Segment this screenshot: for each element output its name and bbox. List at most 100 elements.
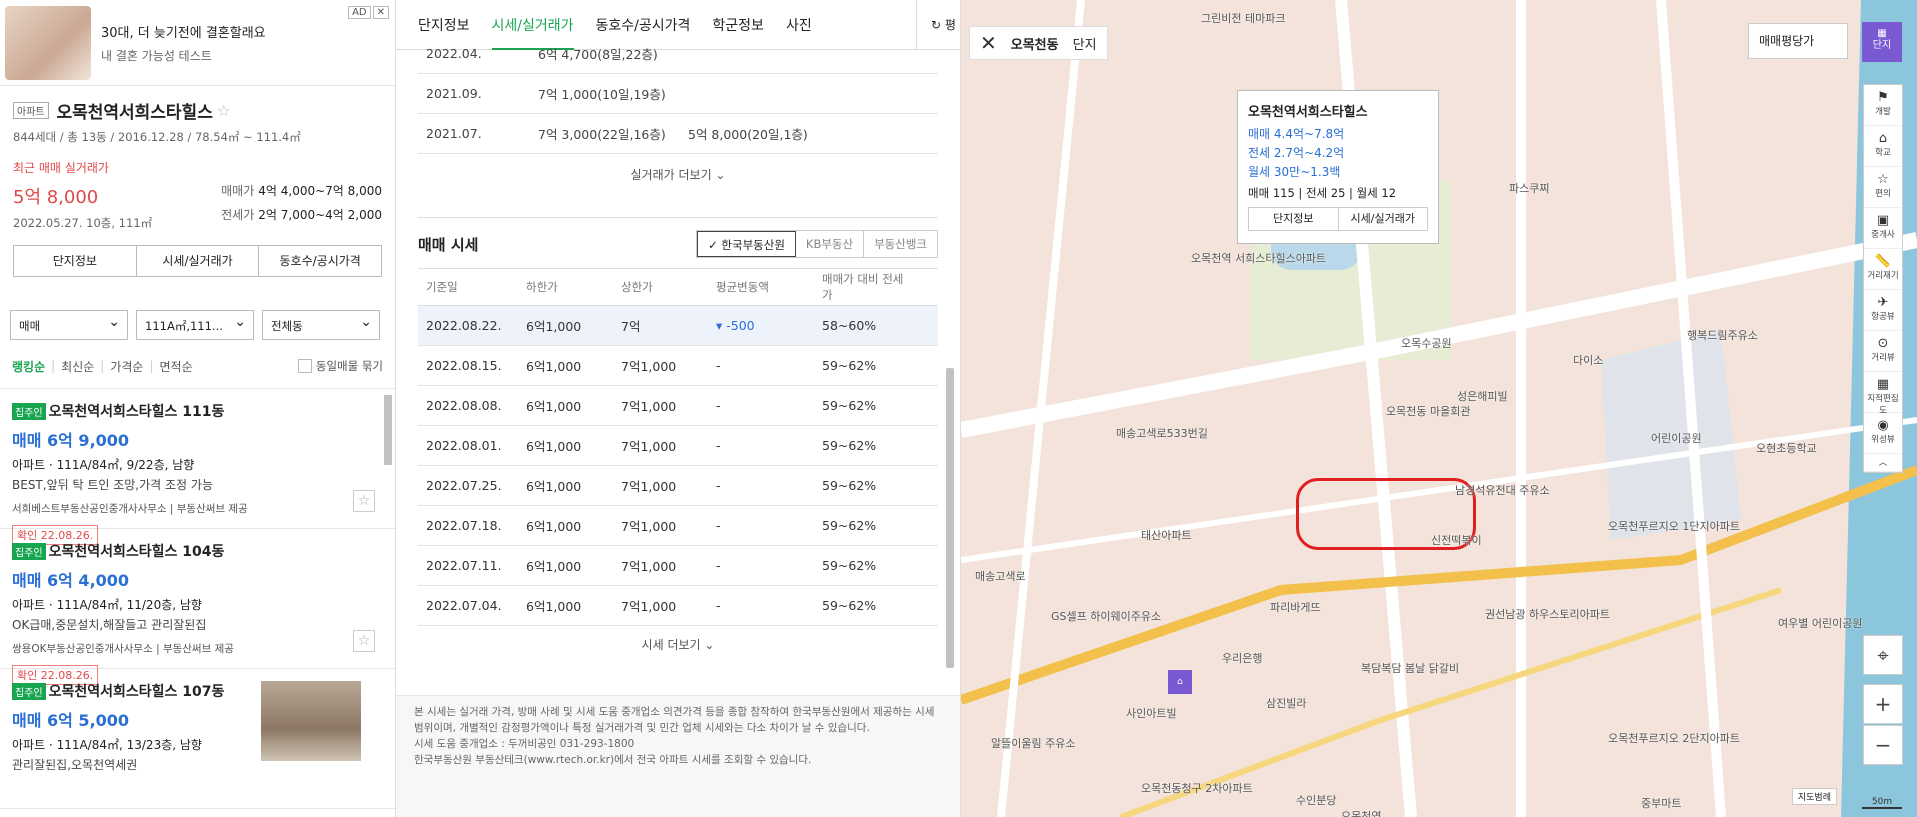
popup-cnt-jeonse: 전세 25 xyxy=(1305,186,1346,200)
map[interactable]: ✕ 오목천동 단지 매매평당가 ▦ 단지 ⚑ 개발 ⌂ 학교 ☆ 편의 ▣ 중개사 📏 거리… xyxy=(961,0,1917,817)
region-bar: ✕ 오목천동 단지 xyxy=(969,26,1108,60)
tool-cadastral[interactable]: ▦ 지적편집도 xyxy=(1864,372,1902,416)
area-select[interactable]: 111A㎡,111... xyxy=(136,307,254,340)
list-item[interactable]: 집주인 오목천역서희스타힐스 104동 매매 6억 4,000 아파트 · 111… xyxy=(0,529,395,685)
map-label[interactable]: 오목천동 마을회관 xyxy=(1386,403,1470,419)
sort-bar: 랭킹순 | 최신순 | 가격순 | 면적순 동일매물 묶기 xyxy=(12,358,383,375)
map-icon: ▦ xyxy=(1876,377,1890,392)
tool-aerial[interactable]: ✈ 항공뷰 xyxy=(1864,290,1902,331)
close-icon[interactable]: ✕ xyxy=(980,31,997,55)
map-label[interactable]: 중부마트 xyxy=(1641,795,1681,811)
map-label[interactable]: 삼진빌라 xyxy=(1266,695,1306,711)
detail-panel: 단지정보 시세/실거래가 동호수/공시가격 학군정보 사진 ↻ 평 2022.0… xyxy=(396,0,961,817)
row-ratio: 59~62% xyxy=(822,518,877,533)
tool-convenience[interactable]: ☆ 편의 xyxy=(1864,167,1902,208)
sise-more-button[interactable]: 시세 더보기 ⌄ xyxy=(396,636,960,653)
star-icon[interactable]: ☆ xyxy=(353,630,375,652)
star-icon[interactable]: ☆ xyxy=(353,490,375,512)
list-item[interactable]: 집주인 오목천역서희스타힐스 111동 매매 6억 9,000 아파트 · 111… xyxy=(0,389,395,545)
detail-scrollbar[interactable] xyxy=(946,368,954,668)
map-label[interactable]: 오목천푸르지오 1단지아파트 xyxy=(1608,518,1740,534)
zoom-out-button[interactable]: − xyxy=(1863,725,1903,765)
tool-school[interactable]: ⌂ 학교 xyxy=(1864,126,1902,167)
map-label[interactable]: 오목수공원 xyxy=(1401,335,1452,351)
map-legend-button[interactable]: 지도범례 xyxy=(1791,788,1837,805)
sort-ranking[interactable]: 랭킹순 xyxy=(12,358,45,375)
map-label[interactable]: 사인아트빌 xyxy=(1126,705,1177,721)
source-kb[interactable]: KB부동산 xyxy=(796,231,865,257)
map-label[interactable]: 파스쿠찌 xyxy=(1509,180,1549,196)
listing-photo[interactable] xyxy=(261,681,361,761)
danji-toggle-button[interactable]: ▦ 단지 xyxy=(1862,22,1902,62)
map-label[interactable]: 매송고색로 xyxy=(975,568,1026,584)
left-scrollbar[interactable] xyxy=(384,395,392,465)
map-label[interactable]: 그린비전 테마파크 xyxy=(1201,10,1285,26)
left-panel: 30대, 더 늦기전에 결혼할래요 내 결혼 가능성 테스트 AD ✕ 아파트 … xyxy=(0,0,396,817)
map-label[interactable]: 어린이공원 xyxy=(1651,430,1702,446)
favorite-star-icon[interactable]: ☆ xyxy=(217,101,231,120)
map-label[interactable]: 남경석유전대 주유소 xyxy=(1455,482,1550,498)
tool-label: 거리재기 xyxy=(1867,271,1899,281)
tab-complex-info[interactable]: 단지정보 xyxy=(14,246,137,276)
map-label[interactable]: 오목천동청구 2차아파트 xyxy=(1141,780,1253,796)
map-label[interactable]: 오현초등학교 xyxy=(1756,440,1817,456)
listing-desc: OK급매,중문설치,해잘들고 관리잘된집 xyxy=(12,618,207,632)
map-label[interactable]: 신전떡볶이 xyxy=(1431,532,1482,548)
map-label[interactable]: 권선남광 하우스토리아파트 xyxy=(1485,606,1610,622)
source-bank[interactable]: 부동산뱅크 xyxy=(864,231,937,257)
tool-satellite[interactable]: ◉ 위성뷰 xyxy=(1864,413,1902,454)
tab-school[interactable]: 학군정보 xyxy=(712,15,764,35)
ad-close-icon[interactable]: ✕ xyxy=(372,6,389,19)
dong-select[interactable]: 전체동 xyxy=(262,307,380,340)
location-icon[interactable]: ⌖ xyxy=(1863,635,1903,675)
zoom-in-button[interactable]: + xyxy=(1863,684,1903,724)
same-listing-checkbox[interactable]: 동일매물 묶기 xyxy=(297,358,383,374)
map-label[interactable]: 매송고색로533번길 xyxy=(1116,425,1208,441)
map-label[interactable]: GS셀프 하이웨이주유소 xyxy=(1051,608,1161,624)
tab-photo[interactable]: 사진 xyxy=(786,15,812,35)
map-label[interactable]: 행복드림주유소 xyxy=(1687,327,1758,343)
ad-banner[interactable]: 30대, 더 늦기전에 결혼할래요 내 결혼 가능성 테스트 AD ✕ xyxy=(0,0,395,86)
real-date: 2021.07. xyxy=(426,126,482,141)
sort-area[interactable]: 면적순 xyxy=(160,358,193,375)
map-label[interactable]: 오목천푸르지오 2단지아파트 xyxy=(1608,730,1740,746)
source-kab[interactable]: ✓ 한국부동산원 xyxy=(697,231,796,257)
tab-price[interactable]: 시세/실거래가 xyxy=(137,246,260,276)
map-label[interactable]: 수인분당 xyxy=(1296,792,1336,808)
tab-unit-price[interactable]: 동호수/공시가격 xyxy=(259,246,381,276)
price-type-select[interactable]: 매매평당가 xyxy=(1748,23,1848,59)
map-label[interactable]: 오목천역 xyxy=(1341,808,1381,817)
tool-streetview[interactable]: ⊙ 거리뷰 xyxy=(1864,331,1902,372)
real-date: 2022.04. xyxy=(426,46,482,61)
map-label[interactable]: 우리은행 xyxy=(1222,650,1262,666)
tab-complex[interactable]: 단지정보 xyxy=(418,15,470,35)
real-more-button[interactable]: 실거래가 더보기 ⌄ xyxy=(396,166,960,183)
map-label[interactable]: 알뜰이울림 주유소 xyxy=(991,735,1075,751)
row-date: 2022.07.04. xyxy=(426,598,502,613)
map-label[interactable]: 파리바게뜨 xyxy=(1270,599,1321,615)
col-date: 기준일 xyxy=(426,280,458,294)
sort-price[interactable]: 가격순 xyxy=(110,358,143,375)
list-item[interactable]: 집주인 오목천역서희스타힐스 107동 매매 6억 5,000 아파트 · 111… xyxy=(0,669,395,809)
trade-select[interactable]: 매매 xyxy=(10,307,128,340)
map-label[interactable]: 성은해피빌 xyxy=(1457,388,1508,404)
map-label[interactable]: 태산아파트 xyxy=(1141,527,1192,543)
map-label[interactable]: 오목천역 서희스타힐스아파트 xyxy=(1191,250,1326,266)
tab-unit[interactable]: 동호수/공시가격 xyxy=(596,15,691,35)
popup-price-button[interactable]: 시세/실거래가 xyxy=(1339,208,1428,230)
tool-agent[interactable]: ▣ 중개사 xyxy=(1864,208,1902,249)
sort-latest[interactable]: 최신순 xyxy=(61,358,94,375)
row-change: - xyxy=(716,358,721,373)
map-pin-icon[interactable]: ⌂ xyxy=(1168,670,1192,694)
region-name[interactable]: 오목천동 xyxy=(1011,34,1059,53)
popup-info-button[interactable]: 단지정보 xyxy=(1249,208,1339,230)
level-select[interactable]: 단지 xyxy=(1073,34,1097,53)
tool-label: 개발 xyxy=(1875,107,1891,117)
map-label[interactable]: 여우별 어린이공원 xyxy=(1778,615,1862,631)
collapse-chevron-icon[interactable]: ︿ xyxy=(1864,454,1902,472)
map-label[interactable]: 다이소 xyxy=(1573,352,1603,368)
tool-development[interactable]: ⚑ 개발 xyxy=(1864,85,1902,126)
map-label[interactable]: 복담복담 봄날 닭갈비 xyxy=(1361,660,1459,676)
tool-ruler[interactable]: 📏 거리재기 xyxy=(1864,249,1902,290)
pyeong-toggle[interactable]: ↻ 평 xyxy=(916,0,960,50)
